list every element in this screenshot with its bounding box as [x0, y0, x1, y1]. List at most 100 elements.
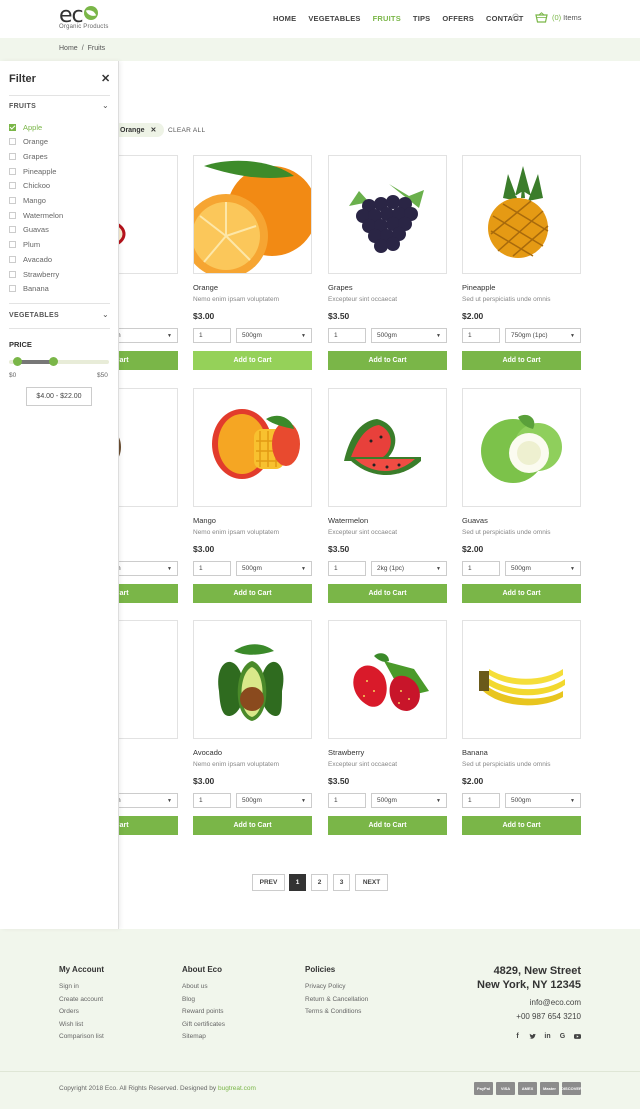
- weight-select[interactable]: 750gm (1pc) ▼: [505, 328, 581, 343]
- checkbox[interactable]: [9, 152, 16, 160]
- product-image[interactable]: [462, 620, 581, 739]
- checkbox[interactable]: [9, 167, 16, 175]
- fruit-filter-option[interactable]: Strawberry: [9, 269, 59, 279]
- nav-vegetables[interactable]: VEGETABLES: [308, 14, 360, 23]
- add-to-cart-button[interactable]: Add to Cart: [193, 351, 312, 370]
- quantity-input[interactable]: 1: [193, 561, 231, 576]
- google-icon[interactable]: G: [559, 1033, 566, 1040]
- fruit-filter-option[interactable]: Guavas: [9, 225, 49, 235]
- weight-select[interactable]: 500gm ▼: [236, 561, 312, 576]
- footer-email[interactable]: info@eco.com: [477, 998, 581, 1007]
- weight-select[interactable]: 500gm ▼: [371, 328, 447, 343]
- cart-button[interactable]: (0) Items: [535, 12, 582, 23]
- page-button-1[interactable]: 1: [289, 874, 306, 891]
- breadcrumb-home[interactable]: Home: [59, 45, 78, 52]
- fruit-filter-option[interactable]: Chickoo: [9, 181, 50, 191]
- footer-link[interactable]: Create account: [59, 996, 104, 1003]
- weight-select[interactable]: 500gm ▼: [236, 328, 312, 343]
- nav-home[interactable]: HOME: [273, 14, 296, 23]
- chevron-down-icon[interactable]: ⌄: [102, 310, 109, 319]
- quantity-input[interactable]: 1: [193, 793, 231, 808]
- vegetables-section-title[interactable]: VEGETABLES: [9, 312, 59, 319]
- weight-select[interactable]: 500gm ▼: [371, 793, 447, 808]
- fruit-filter-option[interactable]: Watermelon: [9, 210, 63, 220]
- checkbox[interactable]: [9, 197, 16, 204]
- quantity-input[interactable]: 1: [462, 561, 500, 576]
- checkbox[interactable]: [9, 123, 16, 131]
- footer-link[interactable]: Sign in: [59, 983, 104, 990]
- add-to-cart-button[interactable]: Add to Cart: [462, 816, 581, 835]
- fruit-filter-option[interactable]: Apple: [9, 122, 42, 132]
- add-to-cart-button[interactable]: Add to Cart: [328, 584, 447, 603]
- checkbox[interactable]: [9, 211, 16, 219]
- weight-select[interactable]: 500gm ▼: [505, 561, 581, 576]
- next-page-button[interactable]: NEXT: [355, 874, 388, 891]
- product-image[interactable]: [328, 155, 447, 274]
- weight-select[interactable]: 500gm ▼: [505, 793, 581, 808]
- product-name[interactable]: Grapes: [328, 283, 353, 292]
- product-name[interactable]: Avocado: [193, 748, 222, 757]
- youtube-icon[interactable]: [574, 1033, 581, 1040]
- logo[interactable]: ec Organic Products: [59, 5, 109, 31]
- footer-link[interactable]: Reward points: [182, 1008, 225, 1015]
- fruit-filter-option[interactable]: Pineapple: [9, 166, 56, 176]
- product-image[interactable]: [328, 388, 447, 507]
- nav-offers[interactable]: OFFERS: [442, 14, 474, 23]
- quantity-input[interactable]: 1: [462, 328, 500, 343]
- footer-link[interactable]: Privacy Policy: [305, 983, 368, 990]
- checkbox[interactable]: [9, 255, 16, 263]
- twitter-icon[interactable]: [529, 1033, 536, 1040]
- footer-link[interactable]: Orders: [59, 1008, 104, 1015]
- product-name[interactable]: Mango: [193, 516, 216, 525]
- prev-page-button[interactable]: PREV: [252, 874, 285, 891]
- quantity-input[interactable]: 1: [193, 328, 231, 343]
- remove-filter-icon[interactable]: ✕: [151, 126, 157, 134]
- weight-select[interactable]: 2kg (1pc) ▼: [371, 561, 447, 576]
- add-to-cart-button[interactable]: Add to Cart: [328, 351, 447, 370]
- add-to-cart-button[interactable]: Add to Cart: [193, 816, 312, 835]
- product-name[interactable]: Guavas: [462, 516, 488, 525]
- close-icon[interactable]: ✕: [101, 72, 110, 85]
- product-image[interactable]: [462, 155, 581, 274]
- product-name[interactable]: Watermelon: [328, 516, 368, 525]
- search-icon[interactable]: [512, 13, 521, 22]
- product-name[interactable]: Pineapple: [462, 283, 495, 292]
- footer-link[interactable]: Gift certificates: [182, 1021, 225, 1028]
- fruit-filter-option[interactable]: Avacado: [9, 254, 52, 264]
- fruits-section-title[interactable]: FRUITS: [9, 103, 36, 110]
- add-to-cart-button[interactable]: Add to Cart: [462, 584, 581, 603]
- weight-select[interactable]: 500gm ▼: [236, 793, 312, 808]
- clear-all-button[interactable]: CLEAR ALL: [168, 127, 205, 134]
- chevron-down-icon[interactable]: ⌄: [102, 101, 109, 110]
- add-to-cart-button[interactable]: Add to Cart: [328, 816, 447, 835]
- quantity-input[interactable]: 1: [462, 793, 500, 808]
- checkbox[interactable]: [9, 270, 16, 278]
- product-image[interactable]: [193, 620, 312, 739]
- checkbox[interactable]: [9, 182, 16, 190]
- page-button-2[interactable]: 2: [311, 874, 328, 891]
- fruit-filter-option[interactable]: Mango: [9, 196, 46, 206]
- product-image[interactable]: [328, 620, 447, 739]
- footer-link[interactable]: About us: [182, 983, 225, 990]
- quantity-input[interactable]: 1: [328, 328, 366, 343]
- checkbox[interactable]: [9, 226, 16, 234]
- fruit-filter-option[interactable]: Banana: [9, 284, 49, 294]
- product-name[interactable]: Strawberry: [328, 748, 364, 757]
- product-image[interactable]: [193, 155, 312, 274]
- fruit-filter-option[interactable]: Plum: [9, 240, 40, 250]
- fruit-filter-option[interactable]: Grapes: [9, 151, 48, 161]
- checkbox[interactable]: [9, 285, 16, 293]
- footer-link[interactable]: Sitemap: [182, 1033, 225, 1040]
- product-name[interactable]: Banana: [462, 748, 488, 757]
- nav-fruits[interactable]: FRUITS: [373, 14, 401, 23]
- price-slider-min-handle[interactable]: [13, 357, 22, 366]
- add-to-cart-button[interactable]: Add to Cart: [462, 351, 581, 370]
- footer-link[interactable]: Comparison list: [59, 1033, 104, 1040]
- quantity-input[interactable]: 1: [328, 793, 366, 808]
- add-to-cart-button[interactable]: Add to Cart: [193, 584, 312, 603]
- nav-tips[interactable]: TIPS: [413, 14, 430, 23]
- product-name[interactable]: Orange: [193, 283, 218, 292]
- price-slider-max-handle[interactable]: [49, 357, 58, 366]
- product-image[interactable]: [462, 388, 581, 507]
- footer-link[interactable]: Return & Cancellation: [305, 996, 368, 1003]
